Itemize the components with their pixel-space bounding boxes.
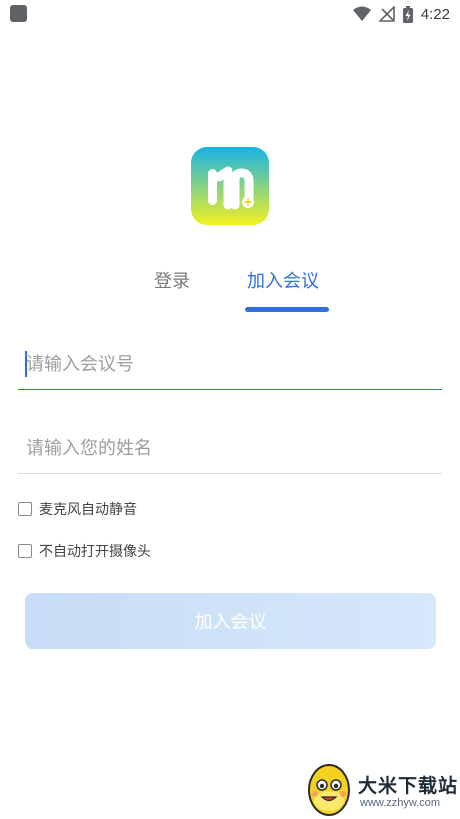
mute-mic-checkbox[interactable] [18,502,32,516]
tab-join-meeting[interactable]: 加入会议 [247,270,319,294]
app-notification-icon [10,5,27,22]
battery-charging-icon [402,5,413,23]
m-logo-icon [191,147,269,225]
status-time: 4:22 [420,5,450,23]
meeting-id-input[interactable] [18,340,442,390]
watermark-title: 大米下载站 [358,775,459,797]
mute-mic-label: 麦克风自动静音 [39,502,137,518]
camera-off-checkbox[interactable] [18,544,32,558]
text-cursor [25,351,27,377]
watermark: 大米下载站 www.zzhyw.com [302,757,460,819]
mute-mic-option[interactable]: 麦克风自动静音 [18,499,137,519]
name-input[interactable] [18,424,442,474]
egg-mascot-icon [308,764,350,816]
wifi-icon [352,6,371,21]
watermark-url: www.zzhyw.com [360,797,441,809]
camera-off-option[interactable]: 不自动打开摄像头 [18,541,151,561]
status-bar: 4:22 [0,0,460,28]
tab-login[interactable]: 登录 [154,270,190,294]
join-meeting-button[interactable]: 加入会议 [25,593,436,649]
no-signal-icon [378,6,395,22]
camera-off-label: 不自动打开摄像头 [39,544,151,560]
active-tab-indicator [245,307,329,312]
status-icons: 4:22 [352,4,450,24]
